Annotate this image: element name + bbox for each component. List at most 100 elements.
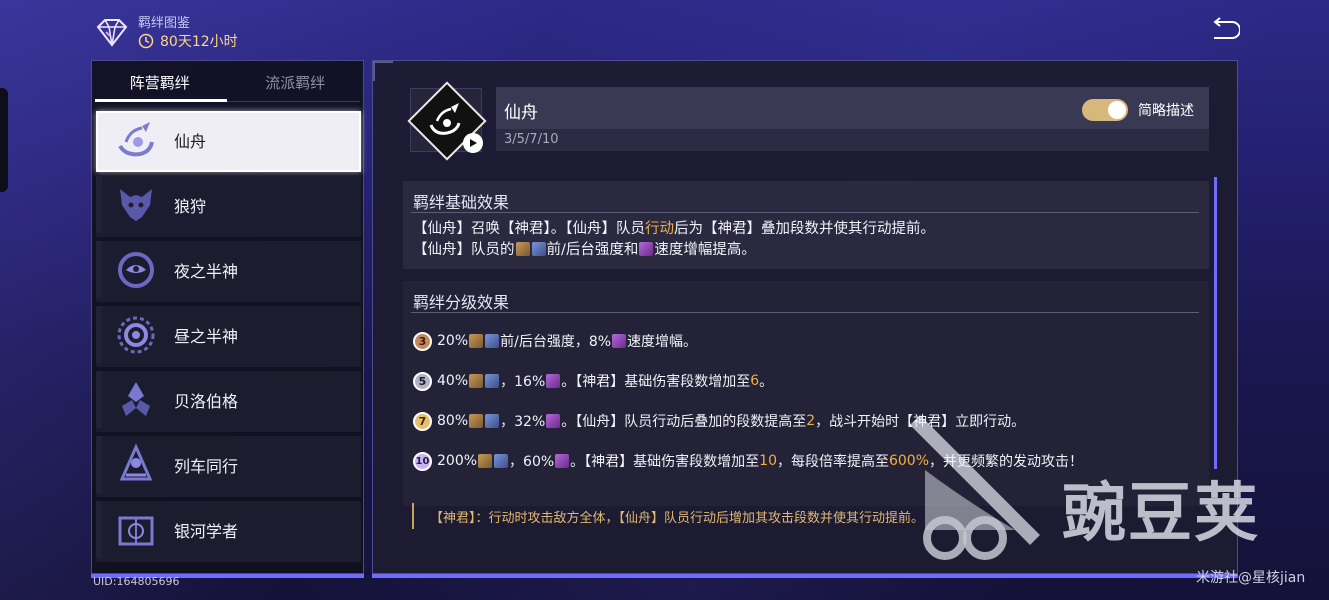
- back-strength-icon: [485, 374, 500, 388]
- tier-badge: 3: [413, 331, 432, 351]
- back-strength-icon: [485, 334, 500, 348]
- front-strength-icon: [469, 374, 484, 388]
- speed-icon: [612, 334, 627, 348]
- faction-item-day-demigod[interactable]: 昼之半神: [92, 302, 363, 367]
- faction-emblem: [407, 81, 487, 161]
- clock-icon: [138, 33, 154, 49]
- faction-label: 银河学者: [174, 521, 239, 541]
- tier-thresholds: 3/5/7/10: [504, 132, 559, 147]
- divider: [411, 312, 1199, 313]
- toggle-knob: [1108, 101, 1126, 119]
- front-strength-icon: [469, 414, 484, 428]
- train-icon: [119, 442, 153, 480]
- text: ，60%: [509, 454, 555, 470]
- back-strength-icon: [494, 454, 509, 468]
- faction-header: 仙舟 简略描述 3/5/7/10: [496, 87, 1209, 151]
- basic-effect-text: 【仙舟】召唤【神君】。【仙舟】队员行动后为【神君】叠加段数并使其行动提前。 【仙…: [413, 219, 935, 261]
- back-strength-icon: [485, 414, 500, 428]
- tab-faction[interactable]: 阵营羁绊: [92, 61, 228, 103]
- tier-bar: 3/5/7/10: [496, 129, 1209, 151]
- back-strength-icon: [531, 242, 546, 256]
- text: 。【神君】基础伤害段数增加至: [561, 374, 751, 390]
- faction-list: 仙舟 狼狩 夜之半神 昼之半神 贝洛伯格 列车同行 银河学者: [92, 107, 363, 562]
- keyword[interactable]: 行动: [645, 221, 674, 237]
- text: 速度增幅提高。: [654, 242, 756, 258]
- brief-toggle-label: 简略描述: [1138, 103, 1194, 119]
- basic-line-2: 【仙舟】队员的 前/后台强度和 速度增幅提高。: [413, 240, 935, 261]
- faction-item-belobog[interactable]: 贝洛伯格: [92, 367, 363, 432]
- highlight-value: 2: [806, 413, 816, 429]
- faction-item-scholar[interactable]: 银河学者: [92, 497, 363, 562]
- faction-label: 列车同行: [174, 456, 239, 476]
- highlight-value: 6: [750, 373, 760, 389]
- xianzhou-icon: [429, 103, 461, 135]
- faction-item-train[interactable]: 列车同行: [92, 432, 363, 497]
- brief-toggle[interactable]: [1082, 99, 1128, 121]
- text: 【仙舟】召唤【神君】。【仙舟】队员: [413, 221, 645, 237]
- faction-label: 仙舟: [174, 131, 207, 151]
- watermark-logo: [910, 415, 1040, 560]
- speed-icon: [546, 414, 561, 428]
- front-strength-icon: [515, 242, 530, 256]
- text: 。【仙舟】队员行动后叠加的段数提高至: [561, 414, 807, 430]
- panel-corner: [373, 61, 393, 81]
- text: 【仙舟】队员的: [413, 242, 515, 258]
- front-strength-icon: [469, 334, 484, 348]
- play-icon[interactable]: [463, 133, 483, 153]
- divider: [411, 212, 1199, 213]
- page-title: 羁绊图鉴: [138, 16, 191, 31]
- moon-icon: [118, 251, 154, 288]
- section-title: 羁绊分级效果: [413, 293, 510, 312]
- tier-5-row: 5 40% ，16% 。【神君】基础伤害段数增加至 6。: [413, 371, 773, 391]
- basic-line-1: 【仙舟】召唤【神君】。【仙舟】队员行动后为【神君】叠加段数并使其行动提前。: [413, 219, 935, 240]
- text: 前/后台强度，8%: [500, 334, 612, 350]
- tab-divider: [227, 101, 360, 102]
- text: 。: [759, 374, 774, 390]
- scrollbar[interactable]: [1214, 177, 1217, 469]
- speed-icon: [546, 374, 561, 388]
- faction-item-wolf[interactable]: 狼狩: [92, 172, 363, 237]
- faction-label: 夜之半神: [174, 261, 239, 281]
- tab-school[interactable]: 流派羁绊: [228, 61, 364, 103]
- text: 前/后台强度和: [546, 242, 639, 258]
- xianzhou-icon: [118, 121, 154, 156]
- text: 后为【神君】叠加段数并使其行动提前。: [674, 221, 935, 237]
- faction-label: 昼之半神: [174, 326, 239, 346]
- panel-underline: [372, 574, 1238, 578]
- faction-name: 仙舟: [504, 103, 538, 123]
- highlight-value: 10: [759, 453, 777, 469]
- faction-label: 贝洛伯格: [174, 391, 239, 411]
- faction-list-panel: 阵营羁绊 流派羁绊 仙舟 狼狩 夜之半神 昼之半神 贝洛伯格 列车同行 银河学者: [91, 60, 364, 578]
- front-strength-icon: [478, 454, 493, 468]
- text: ，32%: [500, 414, 546, 430]
- sun-icon: [117, 316, 155, 353]
- text: 20%: [437, 333, 469, 349]
- watermark-text: 豌豆荚: [1062, 477, 1260, 551]
- text: 40%: [437, 373, 469, 389]
- text: 200%: [437, 453, 478, 469]
- belobog-icon: [122, 381, 150, 416]
- scholar-icon: [118, 516, 154, 545]
- speed-icon: [555, 454, 570, 468]
- speed-icon: [639, 242, 654, 256]
- diamond-icon: [96, 19, 128, 47]
- side-handle[interactable]: [0, 88, 8, 192]
- source-credit: 米游社@星核jian: [1196, 570, 1306, 586]
- tier-3-row: 3 20% 前/后台强度，8% 速度增幅。: [413, 331, 697, 351]
- timer-text: 80天12小时: [160, 34, 238, 50]
- text: ，16%: [500, 374, 546, 390]
- tier-badge: 10: [413, 451, 432, 471]
- text: 。【神君】基础伤害段数增加至: [570, 454, 760, 470]
- tab-active-indicator: [95, 99, 227, 102]
- faction-item-night-demigod[interactable]: 夜之半神: [92, 237, 363, 302]
- section-title: 羁绊基础效果: [413, 193, 510, 212]
- faction-item-xianzhou[interactable]: 仙舟: [92, 107, 363, 172]
- back-icon[interactable]: [1208, 16, 1240, 46]
- tab-bar: 阵营羁绊 流派羁绊: [92, 61, 363, 103]
- season-timer: 80天12小时: [138, 31, 238, 51]
- text: 速度增幅。: [627, 334, 698, 350]
- tier-badge: 5: [413, 371, 432, 391]
- text: ，每段倍率提高至: [776, 454, 889, 470]
- tier-badge: 7: [413, 411, 432, 431]
- wolf-icon: [120, 188, 152, 221]
